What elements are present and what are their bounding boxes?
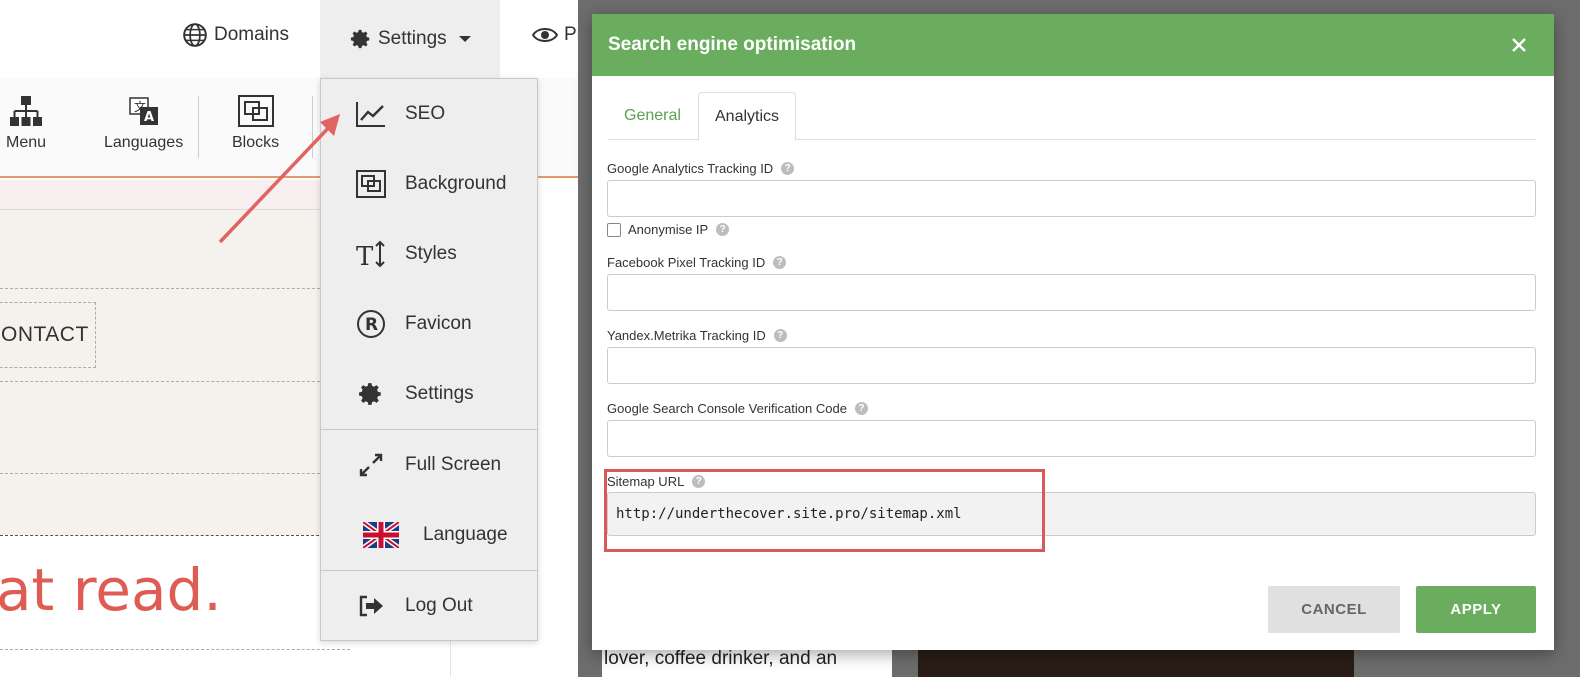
hero-heading[interactable]: at read. <box>0 556 222 624</box>
apply-button[interactable]: APPLY <box>1416 586 1536 633</box>
menu-item-favicon[interactable]: R Favicon <box>321 289 537 359</box>
menu-tool-label: Menu <box>6 134 47 151</box>
close-icon <box>1512 38 1526 52</box>
languages-tool[interactable]: 文A Languages <box>104 94 183 152</box>
svg-text:A: A <box>144 110 154 125</box>
background-paragraph: lover, coffee drinker, and an <box>602 648 892 677</box>
anonymise-ip-checkbox[interactable] <box>607 222 621 237</box>
dialog-title: Search engine optimisation <box>608 34 857 55</box>
canvas-guide-line <box>0 473 330 474</box>
help-icon[interactable]: ? <box>773 329 787 342</box>
logout-icon <box>359 595 383 617</box>
menu-item-label: Favicon <box>405 313 472 334</box>
dialog-tabs: General Analytics <box>608 92 1536 141</box>
eye-icon <box>532 28 558 42</box>
gear-icon <box>359 383 381 405</box>
close-button[interactable] <box>1506 32 1532 58</box>
tab-general[interactable]: General <box>608 92 697 140</box>
sitemap-icon <box>10 96 43 126</box>
tab-analytics[interactable]: Analytics <box>698 92 797 141</box>
menu-item-label: Background <box>405 173 507 194</box>
contact-label: ONTACT <box>1 323 89 346</box>
menu-item-label: Full Screen <box>405 454 502 475</box>
settings-dropdown-menu: SEO Background T Styles R Favicon Settin… <box>320 78 538 641</box>
registered-icon: R <box>357 310 385 338</box>
field-label-text: Yandex.Metrika Tracking ID <box>607 328 766 343</box>
caret-down-icon <box>458 36 471 42</box>
yandex-metrika-label: Yandex.Metrika Tracking ID ? <box>607 328 787 343</box>
help-icon[interactable]: ? <box>716 223 730 236</box>
canvas-guide-line <box>0 381 330 382</box>
background-icon <box>356 170 386 198</box>
gsc-verification-label: Google Search Console Verification Code … <box>607 401 868 416</box>
menu-tool[interactable]: Menu <box>6 94 46 152</box>
uk-flag-icon <box>363 522 399 548</box>
canvas-guide-line <box>0 649 350 650</box>
top-navigation: Domains Settings Pr <box>0 0 583 78</box>
globe-icon <box>183 23 207 47</box>
menu-item-log-out[interactable]: Log Out <box>321 571 537 641</box>
field-label-text: Facebook Pixel Tracking ID <box>607 255 766 270</box>
gsc-verification-input[interactable] <box>607 420 1536 457</box>
cancel-button[interactable]: CANCEL <box>1268 586 1400 633</box>
menu-item-label: SEO <box>405 103 446 124</box>
fb-pixel-label: Facebook Pixel Tracking ID ? <box>607 255 787 270</box>
settings-label: Settings <box>378 28 447 49</box>
menu-item-settings[interactable]: Settings <box>321 359 537 429</box>
menu-item-styles[interactable]: T Styles <box>321 219 537 289</box>
svg-text:T: T <box>356 242 374 269</box>
menu-item-label: Log Out <box>405 595 473 616</box>
trending-chart-icon <box>356 102 385 127</box>
svg-text:R: R <box>365 315 378 335</box>
anonymise-ip-label: Anonymise IP <box>628 222 709 237</box>
dialog-header: Search engine optimisation <box>592 14 1554 76</box>
fb-pixel-input[interactable] <box>607 274 1536 311</box>
canvas-guide-line <box>0 288 330 289</box>
annotation-arrow-icon <box>218 114 340 244</box>
field-label-text: Google Search Console Verification Code <box>607 401 847 416</box>
expand-icon <box>359 453 383 477</box>
menu-item-background[interactable]: Background <box>321 149 537 219</box>
toolbar-divider <box>198 96 199 158</box>
background-photo <box>918 648 1354 677</box>
text-size-icon: T <box>356 240 385 269</box>
domains-nav-item[interactable]: Domains <box>182 0 289 70</box>
field-label-text: Google Analytics Tracking ID <box>607 161 774 176</box>
ga-tracking-input[interactable] <box>607 180 1536 217</box>
help-icon[interactable]: ? <box>781 162 795 175</box>
languages-tool-label: Languages <box>104 134 184 151</box>
help-icon[interactable]: ? <box>773 256 787 269</box>
gear-icon <box>350 29 370 49</box>
anonymise-ip-row: Anonymise IP ? <box>607 222 730 237</box>
menu-item-label: Settings <box>405 383 474 404</box>
ga-tracking-label: Google Analytics Tracking ID ? <box>607 161 795 176</box>
menu-item-full-screen[interactable]: Full Screen <box>321 430 537 500</box>
contact-menu-link[interactable]: ONTACT <box>0 302 96 368</box>
annotation-highlight-box <box>604 469 1045 552</box>
preview-nav-item[interactable]: Pr <box>532 0 583 70</box>
menu-item-seo[interactable]: SEO <box>321 79 537 149</box>
domains-label: Domains <box>214 24 289 45</box>
help-icon[interactable]: ? <box>854 402 868 415</box>
menu-item-label: Styles <box>405 243 457 264</box>
menu-item-label: Language <box>423 524 508 545</box>
seo-dialog: Search engine optimisation General Analy… <box>592 14 1554 650</box>
yandex-metrika-input[interactable] <box>607 347 1536 384</box>
menu-item-language[interactable]: Language <box>321 500 537 570</box>
screen: { "topnav": { "domains_label": "Domains"… <box>0 0 1580 677</box>
translate-icon: 文A <box>128 97 158 125</box>
settings-nav-item[interactable]: Settings <box>320 0 500 78</box>
